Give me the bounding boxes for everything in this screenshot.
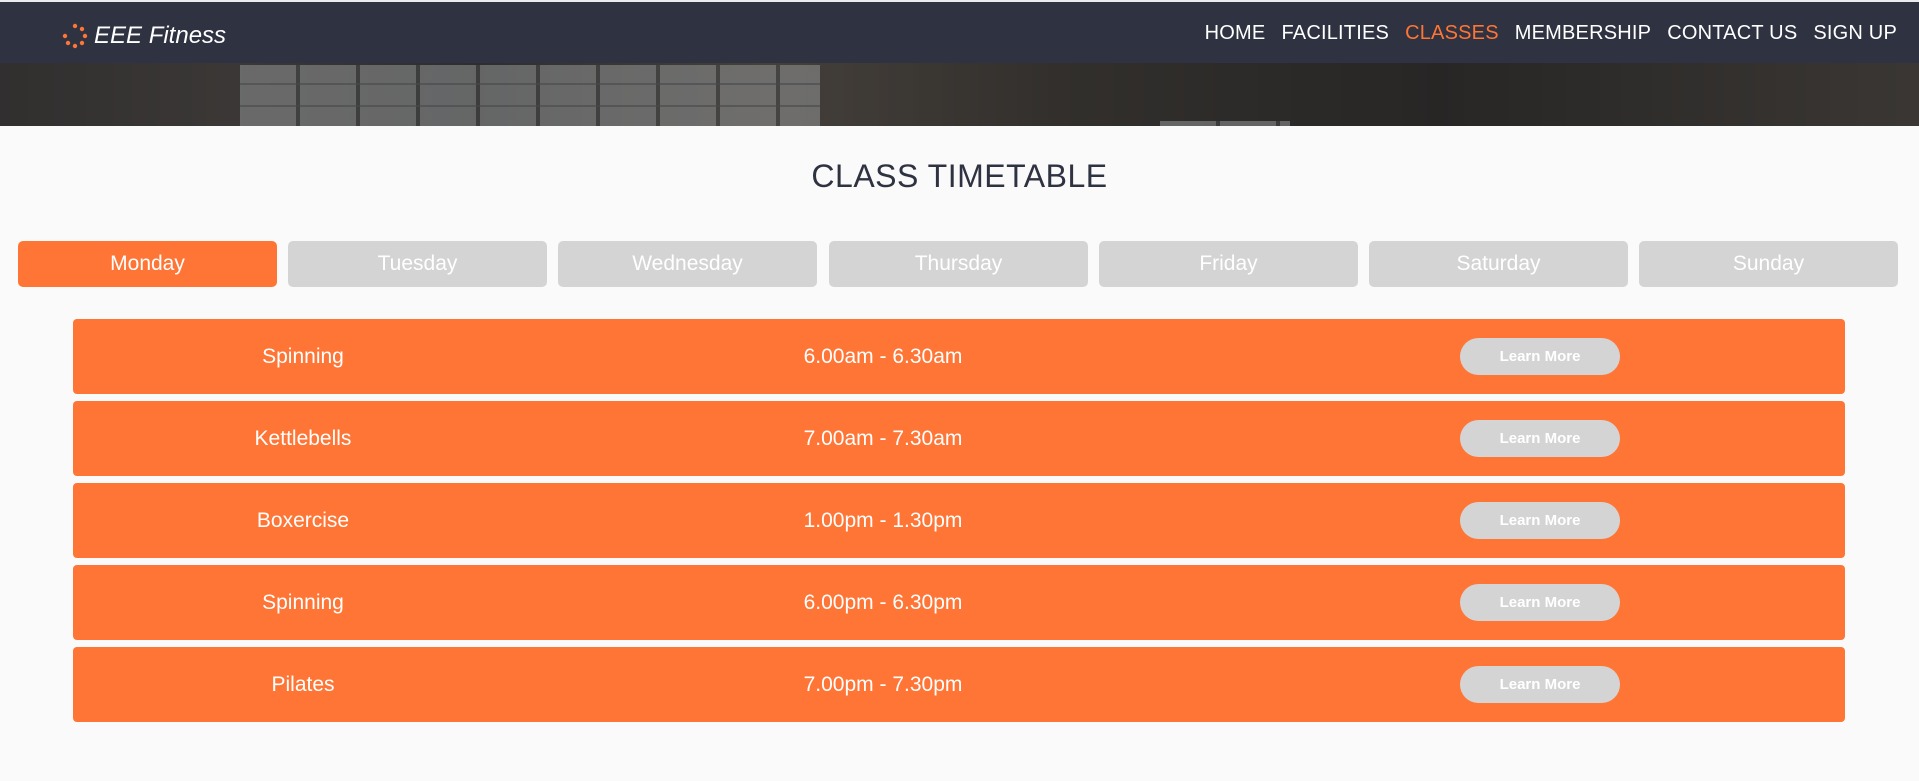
main-nav: HOME FACILITIES CLASSES MEMBERSHIP CONTA… — [1205, 22, 1897, 45]
nav-contact-us[interactable]: CONTACT US — [1667, 22, 1797, 45]
tab-saturday[interactable]: Saturday — [1369, 241, 1628, 287]
learn-more-button[interactable]: Learn More — [1460, 584, 1620, 621]
banner-overlay — [0, 63, 1919, 126]
nav-membership[interactable]: MEMBERSHIP — [1515, 22, 1651, 45]
class-name: Kettlebells — [254, 426, 352, 450]
class-row: Spinning 6.00am - 6.30am Learn More — [73, 319, 1845, 394]
tab-thursday[interactable]: Thursday — [829, 241, 1088, 287]
class-row: Spinning 6.00pm - 6.30pm Learn More — [73, 565, 1845, 640]
class-row: Boxercise 1.00pm - 1.30pm Learn More — [73, 483, 1845, 558]
nav-facilities[interactable]: FACILITIES — [1281, 22, 1389, 45]
class-time: 7.00pm - 7.30pm — [803, 672, 963, 696]
tab-sunday[interactable]: Sunday — [1639, 241, 1898, 287]
hero-banner-image — [0, 63, 1919, 126]
brand-logo[interactable]: EEE Fitness — [62, 22, 226, 50]
class-time: 6.00am - 6.30am — [803, 344, 963, 368]
learn-more-button[interactable]: Learn More — [1460, 338, 1620, 375]
spinner-dots-icon — [62, 23, 88, 49]
class-time: 6.00pm - 6.30pm — [803, 590, 963, 614]
tab-tuesday[interactable]: Tuesday — [288, 241, 547, 287]
top-navbar: EEE Fitness HOME FACILITIES CLASSES MEMB… — [0, 0, 1919, 63]
nav-home[interactable]: HOME — [1205, 22, 1266, 45]
class-name: Spinning — [262, 344, 344, 368]
tab-wednesday[interactable]: Wednesday — [558, 241, 817, 287]
tab-friday[interactable]: Friday — [1099, 241, 1358, 287]
tab-monday[interactable]: Monday — [18, 241, 277, 287]
nav-sign-up[interactable]: SIGN UP — [1813, 22, 1897, 45]
class-name: Boxercise — [256, 508, 350, 532]
class-time: 7.00am - 7.30am — [803, 426, 963, 450]
learn-more-button[interactable]: Learn More — [1460, 420, 1620, 457]
class-name: Pilates — [271, 672, 335, 696]
class-row: Pilates 7.00pm - 7.30pm Learn More — [73, 647, 1845, 722]
brand-name: EEE Fitness — [94, 22, 227, 49]
nav-classes[interactable]: CLASSES — [1405, 22, 1499, 45]
class-time: 1.00pm - 1.30pm — [803, 508, 963, 532]
learn-more-button[interactable]: Learn More — [1460, 666, 1620, 703]
class-row: Kettlebells 7.00am - 7.30am Learn More — [73, 401, 1845, 476]
page-title: CLASS TIMETABLE — [811, 158, 1108, 194]
learn-more-button[interactable]: Learn More — [1460, 502, 1620, 539]
class-name: Spinning — [262, 590, 344, 614]
